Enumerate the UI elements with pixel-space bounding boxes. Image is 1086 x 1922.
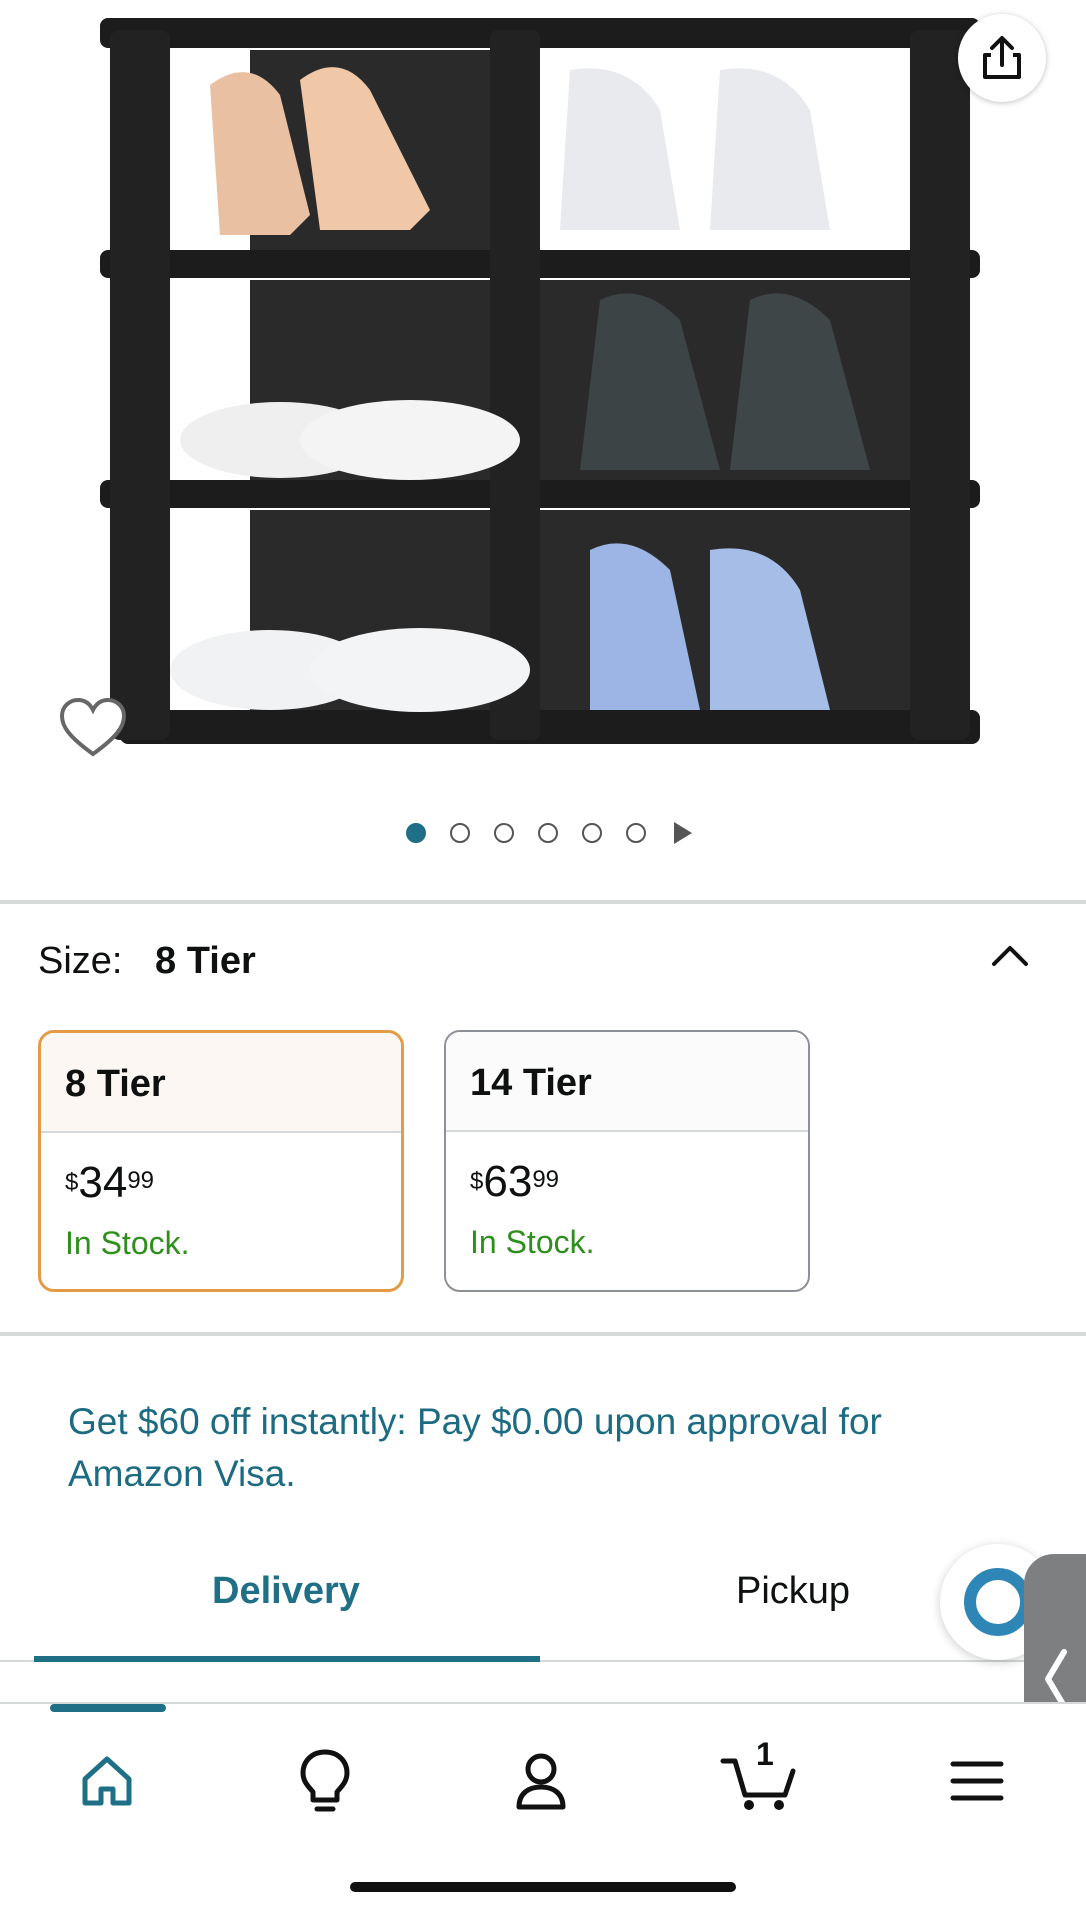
- user-icon: [516, 1753, 566, 1810]
- share-button[interactable]: [958, 14, 1046, 102]
- nav-menu[interactable]: [932, 1736, 1022, 1826]
- wishlist-heart-icon[interactable]: [58, 696, 128, 760]
- share-icon: [983, 36, 1021, 79]
- size-option-name: 14 Tier: [446, 1032, 808, 1132]
- product-image[interactable]: [100, 10, 980, 760]
- play-video-icon[interactable]: [674, 822, 692, 844]
- size-label: Size:: [38, 940, 123, 982]
- size-option-price: $6399: [470, 1157, 560, 1206]
- nav-account[interactable]: [496, 1736, 586, 1826]
- divider: [0, 900, 1086, 904]
- cart-count-badge: 1: [756, 1736, 774, 1772]
- nav-home[interactable]: [62, 1736, 152, 1826]
- size-option-name: 8 Tier: [41, 1033, 401, 1133]
- carousel-dot[interactable]: [538, 823, 558, 843]
- active-nav-indicator: [50, 1704, 166, 1712]
- carousel-dot[interactable]: [494, 823, 514, 843]
- active-tab-indicator: [34, 1656, 540, 1662]
- carousel-dot[interactable]: [626, 823, 646, 843]
- nav-inspire[interactable]: [280, 1736, 370, 1826]
- product-image-area[interactable]: [0, 0, 1086, 800]
- nav-cart[interactable]: 1: [714, 1736, 804, 1826]
- carousel-dot[interactable]: [582, 823, 602, 843]
- visa-promo-link[interactable]: Get $60 off instantly: Pay $0.00 upon ap…: [68, 1396, 988, 1500]
- size-selector-header: Size: 8 Tier: [38, 940, 256, 983]
- home-indicator: [350, 1882, 736, 1892]
- stock-status: In Stock.: [65, 1225, 190, 1261]
- hamburger-menu-icon: [950, 1761, 1004, 1801]
- home-icon: [82, 1756, 132, 1806]
- tab-delivery[interactable]: Delivery: [212, 1570, 360, 1613]
- size-option-14-tier[interactable]: 14 Tier $6399 In Stock.: [444, 1030, 810, 1292]
- size-option-8-tier[interactable]: 8 Tier $3499 In Stock.: [38, 1030, 404, 1292]
- carousel-dot[interactable]: [406, 823, 426, 843]
- lightbulb-icon: [300, 1749, 350, 1812]
- chevron-up-icon[interactable]: [988, 940, 1032, 970]
- tab-pickup[interactable]: Pickup: [736, 1570, 850, 1613]
- carousel-dot[interactable]: [450, 823, 470, 843]
- size-option-price: $3499: [65, 1158, 155, 1207]
- divider: [0, 1332, 1086, 1336]
- stock-status: In Stock.: [470, 1224, 595, 1260]
- image-carousel-dots[interactable]: [0, 816, 1086, 850]
- selected-size: 8 Tier: [155, 940, 256, 982]
